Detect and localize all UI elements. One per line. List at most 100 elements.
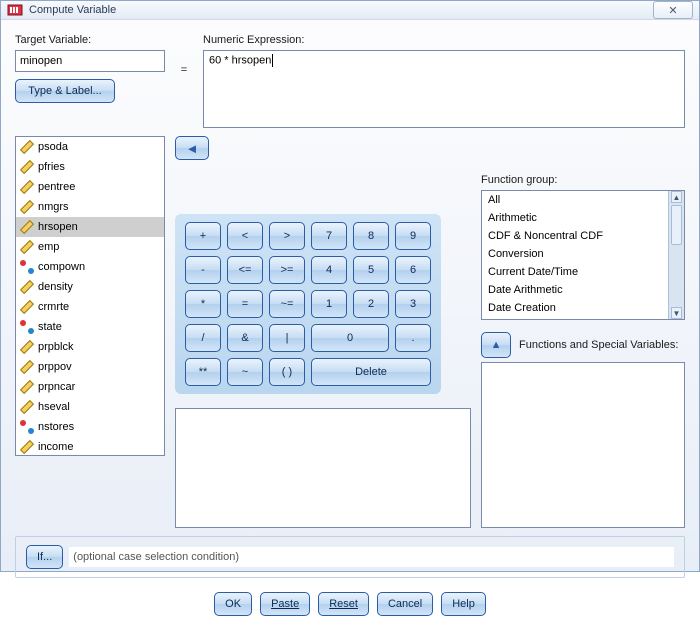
kp-2[interactable]: 2 (353, 290, 389, 318)
kp-div[interactable]: / (185, 324, 221, 352)
scale-icon (20, 160, 34, 174)
scroll-thumb[interactable] (671, 205, 682, 245)
function-group-label: Function group: (481, 174, 685, 186)
kp-4[interactable]: 4 (311, 256, 347, 284)
function-group-item[interactable]: Current Date/Time (482, 263, 668, 281)
app-icon (7, 2, 23, 18)
variable-list[interactable]: psodapfries pentree nmgrs hrsopen emp compown… (15, 136, 165, 456)
numeric-expression-input[interactable]: 60 * hrsopen (203, 50, 685, 128)
insert-function-button[interactable]: ▲ (481, 332, 511, 358)
scale-icon (20, 200, 34, 214)
if-button[interactable]: If... (26, 545, 63, 569)
variable-name: state (38, 321, 62, 333)
function-group-item[interactable]: All (482, 191, 668, 209)
nominal-icon (20, 260, 34, 274)
arrow-up-icon: ▲ (491, 339, 502, 351)
variable-row-pfries[interactable]: pfries (16, 157, 164, 177)
kp-ne[interactable]: ~= (269, 290, 305, 318)
variable-row-nstores[interactable]: nstores (16, 417, 164, 437)
paste-button[interactable]: Paste (260, 592, 310, 616)
target-variable-section: Target Variable: Type & Label... (15, 34, 165, 103)
if-condition-text: (optional case selection condition) (69, 547, 674, 567)
window-close-button[interactable]: ✕ (653, 1, 693, 19)
kp-6[interactable]: 6 (395, 256, 431, 284)
function-group-item[interactable]: Date Arithmetic (482, 281, 668, 299)
description-box (175, 408, 471, 528)
middle-row: psodapfries pentree nmgrs hrsopen emp compown… (15, 136, 685, 528)
function-group-item[interactable]: Arithmetic (482, 209, 668, 227)
kp-le[interactable]: <= (227, 256, 263, 284)
function-group-item[interactable]: CDF & Noncentral CDF (482, 227, 668, 245)
variable-row-hrsopen[interactable]: hrsopen (16, 217, 164, 237)
type-and-label-button[interactable]: Type & Label... (15, 79, 115, 103)
kp-1[interactable]: 1 (311, 290, 347, 318)
kp-and[interactable]: & (227, 324, 263, 352)
ok-button[interactable]: OK (214, 592, 252, 616)
kp-7[interactable]: 7 (311, 222, 347, 250)
kp-ge[interactable]: >= (269, 256, 305, 284)
kp-paren[interactable]: ( ) (269, 358, 305, 386)
scroll-down-icon[interactable]: ▼ (671, 307, 682, 319)
kp-lt[interactable]: < (227, 222, 263, 250)
cancel-button[interactable]: Cancel (377, 592, 433, 616)
kp-3[interactable]: 3 (395, 290, 431, 318)
variable-name: emp (38, 241, 59, 253)
variable-row-nmgrs[interactable]: nmgrs (16, 197, 164, 217)
kp-delete[interactable]: Delete (311, 358, 431, 386)
function-group-list[interactable]: AllArithmeticCDF & Noncentral CDFConvers… (481, 190, 685, 320)
functions-special-list[interactable] (481, 362, 685, 528)
variable-name: pentree (38, 181, 75, 193)
arrow-left-icon: ◄ (186, 141, 199, 156)
kp-mult[interactable]: * (185, 290, 221, 318)
variable-row-income[interactable]: income (16, 437, 164, 455)
scale-icon (20, 180, 34, 194)
variable-name: nstores (38, 421, 74, 433)
scroll-up-icon[interactable]: ▲ (671, 191, 682, 203)
kp-pow[interactable]: ** (185, 358, 221, 386)
kp-0[interactable]: 0 (311, 324, 389, 352)
variable-name: crmrte (38, 301, 69, 313)
variable-row-prpncar[interactable]: prpncar (16, 377, 164, 397)
kp-8[interactable]: 8 (353, 222, 389, 250)
kp-9[interactable]: 9 (395, 222, 431, 250)
variable-name: nmgrs (38, 201, 69, 213)
scale-icon (20, 340, 34, 354)
dialog-content: Target Variable: Type & Label... = Numer… (1, 20, 699, 638)
function-group-scrollbar[interactable]: ▲ ▼ (668, 191, 684, 319)
target-variable-input[interactable] (15, 50, 165, 72)
variable-name: prpblck (38, 341, 73, 353)
target-variable-label: Target Variable: (15, 34, 165, 46)
variable-row-density[interactable]: density (16, 277, 164, 297)
kp-5[interactable]: 5 (353, 256, 389, 284)
titlebar: Compute Variable ✕ (1, 1, 699, 20)
move-to-expression-button[interactable]: ◄ (175, 136, 209, 160)
variable-row-state[interactable]: state (16, 317, 164, 337)
variable-row-prpblck[interactable]: prpblck (16, 337, 164, 357)
kp-dot[interactable]: . (395, 324, 431, 352)
function-group-item[interactable]: Date Creation (482, 299, 668, 317)
top-row: Target Variable: Type & Label... = Numer… (15, 34, 685, 128)
help-button[interactable]: Help (441, 592, 486, 616)
kp-eq[interactable]: = (227, 290, 263, 318)
reset-button[interactable]: Reset (318, 592, 369, 616)
variable-row-pentree[interactable]: pentree (16, 177, 164, 197)
function-group-item[interactable]: Conversion (482, 245, 668, 263)
scale-icon (20, 240, 34, 254)
kp-not[interactable]: ~ (227, 358, 263, 386)
kp-plus[interactable]: + (185, 222, 221, 250)
variable-row-hseval[interactable]: hseval (16, 397, 164, 417)
variable-row-psoda[interactable]: psoda (16, 137, 164, 157)
text-caret (272, 54, 273, 67)
variable-row-compown[interactable]: compown (16, 257, 164, 277)
variable-row-emp[interactable]: emp (16, 237, 164, 257)
kp-gt[interactable]: > (269, 222, 305, 250)
scale-icon (20, 140, 34, 154)
variable-row-crmrte[interactable]: crmrte (16, 297, 164, 317)
kp-minus[interactable]: - (185, 256, 221, 284)
kp-or[interactable]: | (269, 324, 305, 352)
variable-name: prpncar (38, 381, 75, 393)
numeric-expression-section: Numeric Expression: 60 * hrsopen (203, 34, 685, 128)
numeric-expression-value: 60 * hrsopen (209, 54, 271, 66)
variable-row-prppov[interactable]: prppov (16, 357, 164, 377)
right-column: Function group: AllArithmeticCDF & Nonce… (481, 136, 685, 528)
